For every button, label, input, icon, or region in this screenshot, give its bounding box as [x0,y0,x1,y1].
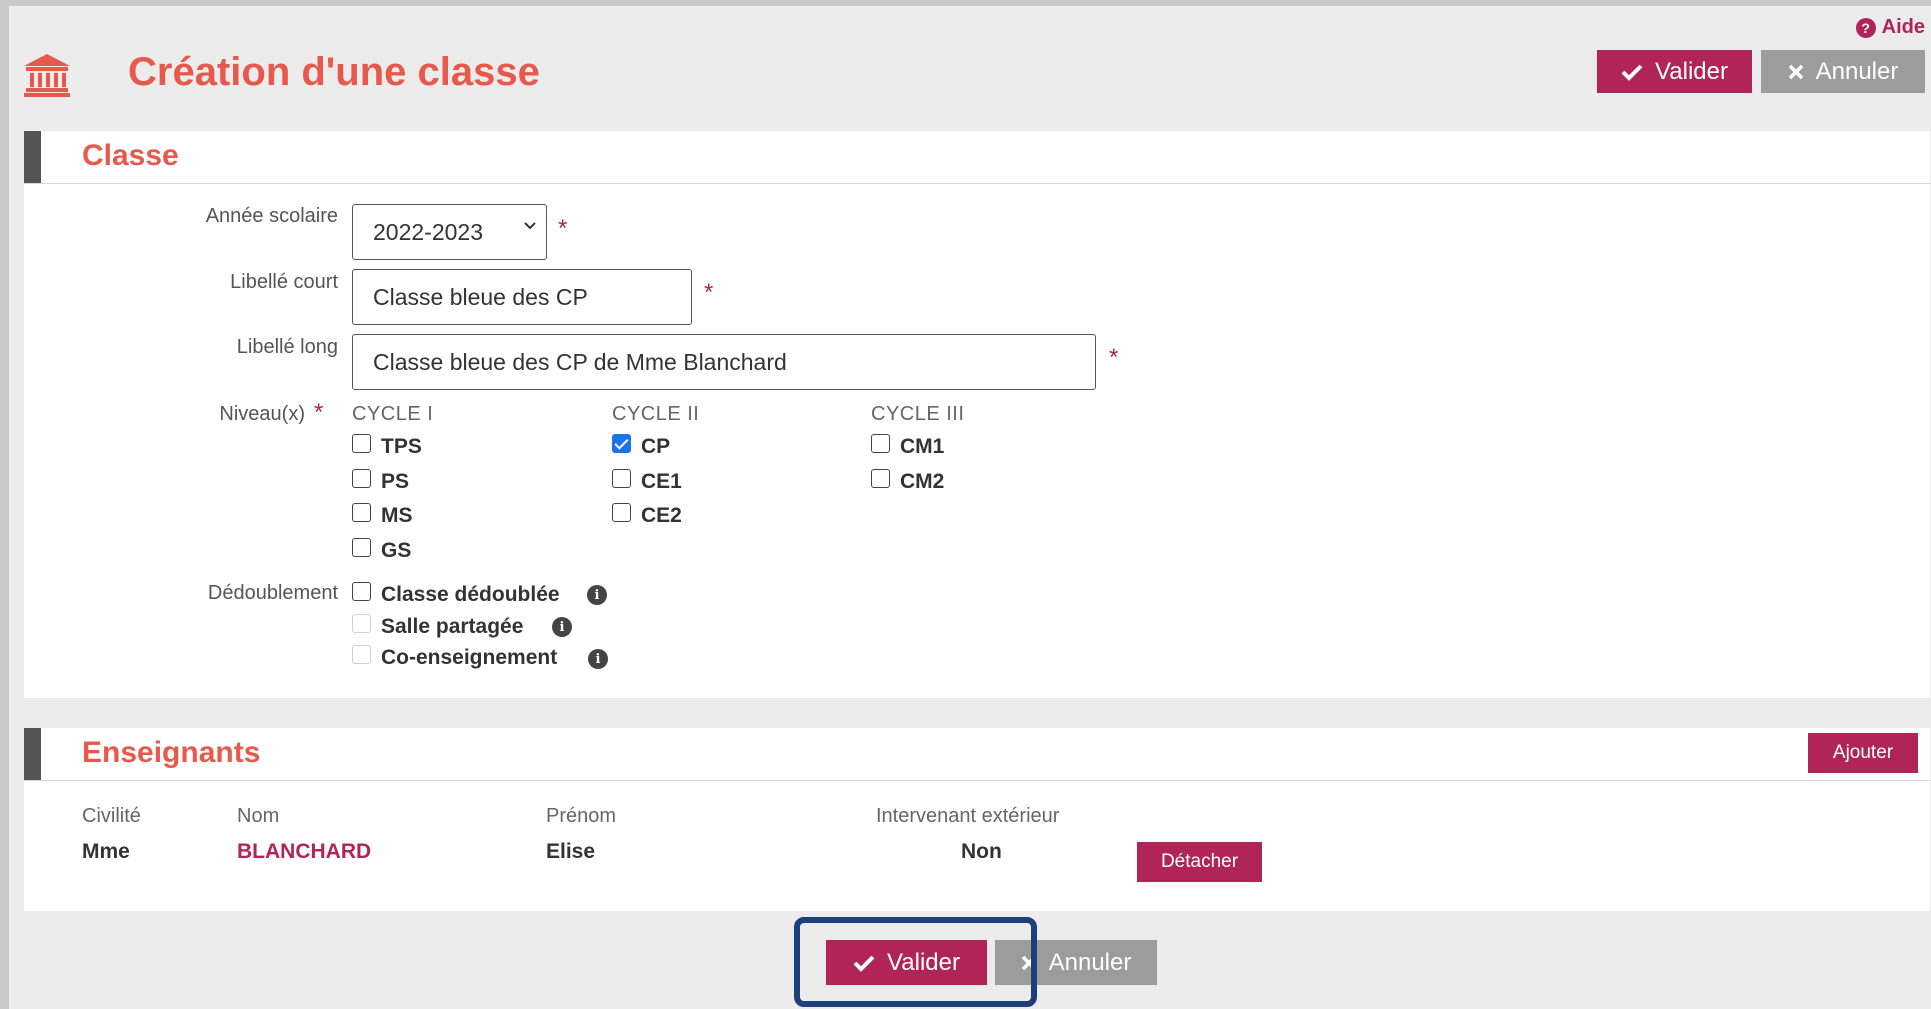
checkbox-ce1[interactable] [612,469,631,488]
institution-icon [24,54,70,97]
libelle-court-label: Libellé court [230,271,338,293]
column-prenom: Prénom [546,805,617,827]
annee-select[interactable]: 2022-2023 [352,204,547,260]
required-marker: * [704,279,714,306]
libelle-long-value: Classe bleue des CP de Mme Blanchard [373,348,787,375]
chevron-down-icon [524,222,536,230]
enseignants-section-title: Enseignants [82,736,261,769]
question-icon: ? [1855,17,1876,38]
checkbox-gs-label: GS [381,539,412,562]
page-title: Création d'une classe [128,50,540,94]
libelle-court-input[interactable]: Classe bleue des CP [352,269,692,325]
cycle-3-header: CYCLE III [871,403,965,425]
section-bar [24,131,41,183]
checkbox-salle-partagee-label: Salle partagée [381,615,524,638]
checkbox-cm1[interactable] [871,434,890,453]
annuler-label: Annuler [1815,57,1899,85]
checkbox-ms[interactable] [352,503,371,522]
checkbox-ps[interactable] [352,469,371,488]
annee-value: 2022-2023 [373,218,483,245]
checkbox-cp-label: CP [641,435,671,458]
libelle-long-input[interactable]: Classe bleue des CP de Mme Blanchard [352,334,1096,390]
checkbox-cm2-label: CM2 [900,470,945,493]
valider-label: Valider [1655,57,1728,85]
close-icon [1788,64,1803,79]
cell-nom[interactable]: BLANCHARD [237,840,371,864]
classe-section-title: Classe [82,139,179,172]
checkbox-ce1-label: CE1 [641,470,682,493]
checkbox-gs[interactable] [352,538,371,557]
info-icon[interactable]: i [587,585,607,605]
cell-prenom: Elise [546,840,596,863]
check-icon [1621,64,1643,81]
libelle-court-value: Classe bleue des CP [373,283,588,310]
dedoublement-label: Dédoublement [207,582,338,604]
info-icon[interactable]: i [588,649,608,669]
checkbox-cm1-label: CM1 [900,435,945,458]
checkbox-classe-dedoublee-label: Classe dédoublée [381,583,560,606]
valider-button-bottom[interactable]: Valider [826,940,987,985]
checkbox-ce2-label: CE2 [641,504,682,527]
help-link[interactable]: ? Aide [1855,16,1925,39]
libelle-long-label: Libellé long [236,336,338,358]
enseignants-panel: Enseignants Ajouter Civilité Nom Prénom … [24,728,1930,911]
annuler-button-top[interactable]: Annuler [1761,50,1925,93]
column-civilite: Civilité [82,805,141,827]
enseignants-section-header: Enseignants Ajouter [24,728,1930,781]
annuler-label: Annuler [1048,948,1132,976]
cycle-1-header: CYCLE I [352,403,434,425]
page-frame: ? Aide Création d'une classe Valider Ann… [9,6,1931,1009]
checkbox-co-enseignement-label: Co-enseignement [381,646,558,669]
checkbox-co-enseignement [352,645,371,664]
checkbox-ps-label: PS [381,470,410,493]
help-label: Aide [1881,16,1925,38]
checkbox-salle-partagee [352,614,371,633]
checkbox-classe-dedoublee[interactable] [352,582,371,601]
required-marker: * [1109,344,1119,371]
checkbox-ms-label: MS [381,504,413,527]
section-bar [24,728,41,780]
checkbox-cm2[interactable] [871,469,890,488]
valider-label: Valider [887,948,960,976]
cell-civilite: Mme [82,840,130,863]
info-icon[interactable]: i [552,617,572,637]
required-marker: * [558,215,568,242]
column-nom: Nom [237,805,280,827]
classe-panel: Classe Année scolaire 2022-2023 * Libell… [24,131,1930,698]
required-marker: * [314,399,324,426]
detacher-button[interactable]: Détacher [1137,842,1262,882]
cell-intervenant: Non [961,840,1002,863]
valider-button-top[interactable]: Valider [1597,50,1752,93]
checkbox-tps[interactable] [352,434,371,453]
cycle-2-header: CYCLE II [612,403,700,425]
checkbox-ce2[interactable] [612,503,631,522]
annee-label: Année scolaire [205,205,338,227]
classe-section-header: Classe [24,131,1930,184]
checkbox-cp[interactable] [612,434,631,453]
checkbox-tps-label: TPS [381,435,422,458]
check-icon [853,955,875,972]
niveaux-label: Niveau(x) [219,403,305,425]
ajouter-button[interactable]: Ajouter [1808,733,1918,773]
column-intervenant: Intervenant extérieur [876,805,1060,827]
